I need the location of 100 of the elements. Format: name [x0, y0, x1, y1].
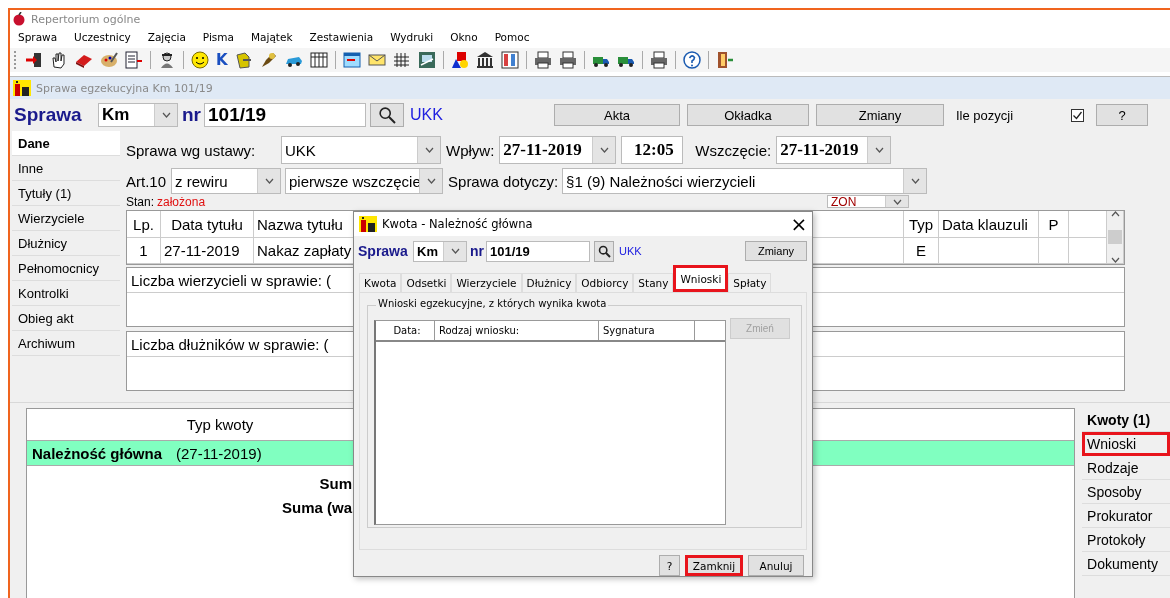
- search-button[interactable]: [594, 240, 614, 262]
- printer-icon[interactable]: [558, 51, 577, 69]
- search-icon: [378, 106, 396, 124]
- menu-item[interactable]: Sprawa: [18, 31, 58, 43]
- toolbar-button[interactable]: Zmiany: [816, 104, 944, 126]
- table-cell: [1039, 238, 1069, 264]
- table-cell: 1: [127, 238, 161, 264]
- folder-icon[interactable]: [234, 51, 253, 69]
- menu-item[interactable]: Pomoc: [494, 31, 530, 43]
- concerns-label: Sprawa dotyczy:: [448, 172, 559, 190]
- monitor-icon[interactable]: [417, 51, 436, 69]
- column-header: Typ: [904, 211, 939, 238]
- sum-label: Suma (wa: [281, 499, 352, 516]
- menu-item[interactable]: Uczestnicy: [74, 31, 131, 43]
- started-label: Wszczęcie:: [695, 141, 772, 159]
- building-icon: [359, 215, 377, 232]
- concerns-dropdown[interactable]: §1 (9) Należności wierzycieli: [562, 168, 928, 194]
- caret-icon: [892, 198, 902, 205]
- printer-icon[interactable]: [649, 51, 668, 69]
- login-icon[interactable]: [25, 51, 43, 69]
- menu-item[interactable]: Pisma: [202, 31, 234, 43]
- court-code: UKK: [410, 106, 444, 124]
- hand-icon[interactable]: [50, 51, 68, 69]
- help-icon[interactable]: [682, 51, 701, 69]
- smiley-icon[interactable]: [191, 51, 209, 69]
- side-tab[interactable]: Rodzaje: [1082, 456, 1170, 480]
- case-number-field[interactable]: 101/19: [486, 240, 590, 262]
- tab[interactable]: Wnioski: [673, 265, 729, 293]
- art-label: Art.10: [126, 172, 167, 190]
- toolbar-button[interactable]: Akta: [554, 104, 680, 126]
- checkbox[interactable]: [1071, 108, 1084, 122]
- envelope-icon[interactable]: [367, 51, 386, 69]
- tab[interactable]: Wierzyciele: [451, 273, 522, 293]
- caret-icon: [424, 147, 434, 153]
- building-icon: [13, 80, 31, 96]
- state-label: Stan:: [126, 194, 155, 209]
- toolbar-glyph[interactable]: K: [216, 51, 228, 69]
- amount-date: (27-11-2019): [176, 444, 262, 462]
- act-label: Sprawa wg ustawy:: [126, 141, 257, 159]
- column-header: Lp.: [127, 211, 161, 238]
- door-icon[interactable]: [715, 51, 734, 69]
- document-icon[interactable]: [125, 51, 143, 69]
- side-tab[interactable]: Protokoły: [1082, 528, 1170, 552]
- pen-icon[interactable]: [259, 51, 278, 69]
- side-tab[interactable]: Prokurator: [1082, 504, 1170, 528]
- close-button[interactable]: ×: [786, 213, 812, 234]
- case-type-dropdown[interactable]: Km: [413, 240, 467, 262]
- toolbar-button[interactable]: Okładka: [687, 104, 809, 126]
- tab[interactable]: Odsetki: [401, 273, 452, 293]
- caret-icon: [264, 178, 274, 184]
- window-icon[interactable]: [342, 51, 361, 69]
- columns-icon[interactable]: [500, 51, 519, 69]
- help-button[interactable]: ?: [1096, 104, 1148, 126]
- act-dropdown[interactable]: UKK: [281, 136, 441, 164]
- tab[interactable]: Kwota: [359, 273, 402, 293]
- close-button[interactable]: Zamknij: [685, 555, 743, 576]
- table-cell: E: [904, 238, 939, 264]
- time-field[interactable]: 12:05: [621, 136, 684, 164]
- bank-icon[interactable]: [475, 51, 494, 69]
- shapes-icon[interactable]: [450, 51, 469, 69]
- menu-item[interactable]: Zajęcia: [147, 31, 186, 43]
- side-tab[interactable]: Dane: [12, 131, 120, 156]
- art-dropdown[interactable]: z rewiru: [171, 168, 282, 194]
- case-number-field[interactable]: 101/19: [204, 103, 366, 127]
- status-dropdown[interactable]: ZON: [827, 195, 910, 208]
- apple-icon: [12, 12, 26, 26]
- help-button[interactable]: ?: [659, 555, 680, 576]
- printer-icon[interactable]: [533, 51, 552, 69]
- palette-icon[interactable]: [100, 51, 118, 69]
- changes-button[interactable]: Zmiany: [745, 241, 807, 262]
- side-tab[interactable]: Sposoby: [1082, 480, 1170, 504]
- menu-item[interactable]: Majątek: [251, 31, 293, 43]
- window-title: Repertorium ogólne: [31, 12, 141, 26]
- menu-item[interactable]: Okno: [450, 31, 478, 43]
- tab[interactable]: Odbiorcy: [576, 273, 634, 293]
- column-header: Sygnatura: [599, 321, 695, 341]
- started-date-dropdown[interactable]: 27-11-2019: [776, 136, 892, 164]
- column-header: Data:: [376, 321, 435, 341]
- column-header: Data klauzuli: [939, 211, 1039, 238]
- menu-item[interactable]: Zestawienia: [309, 31, 374, 43]
- case-type-dropdown[interactable]: Km: [98, 103, 178, 127]
- caret-icon: [874, 147, 884, 153]
- tab[interactable]: Spłaty: [728, 273, 772, 293]
- grid-icon[interactable]: [392, 51, 411, 69]
- scroll-down-icon: [1110, 257, 1120, 263]
- scrollbar-thumb[interactable]: [1108, 230, 1122, 244]
- side-tab[interactable]: Dokumenty: [1082, 552, 1170, 576]
- received-date-dropdown[interactable]: 27-11-2019: [499, 136, 617, 164]
- cancel-button[interactable]: Anuluj: [748, 555, 804, 576]
- side-tab[interactable]: Wnioski: [1082, 432, 1170, 456]
- caret-icon: [426, 178, 436, 184]
- nr-label: nr: [470, 243, 484, 260]
- tab[interactable]: Dłużnicy: [521, 273, 577, 293]
- caret-icon: [910, 178, 920, 184]
- person-icon[interactable]: [158, 51, 176, 69]
- table-icon[interactable]: [309, 51, 328, 69]
- tab[interactable]: Stany: [633, 273, 674, 293]
- side-tab[interactable]: Kwoty (1): [1082, 408, 1170, 432]
- search-button[interactable]: [370, 103, 404, 127]
- menu-item[interactable]: Wydruki: [390, 31, 434, 43]
